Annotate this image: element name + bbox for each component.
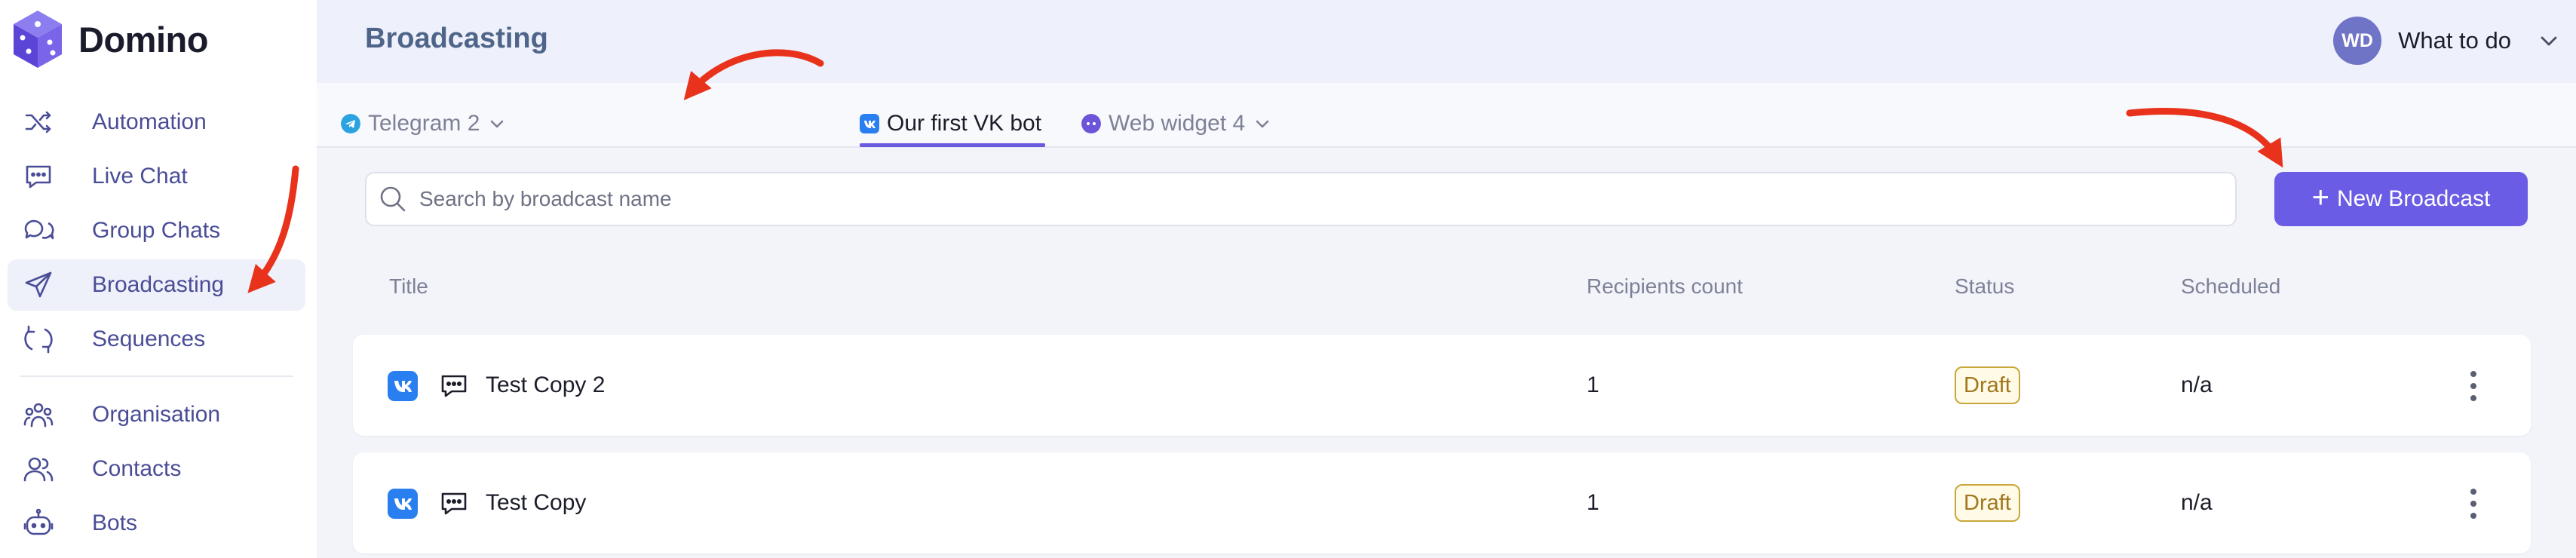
search-box[interactable] — [365, 172, 2237, 226]
main-content: Broadcasting WD What to do Telegram 2 Ou… — [317, 0, 2576, 558]
sidebar-item-live-chat[interactable]: Live Chat — [8, 151, 305, 202]
table-header: Title Recipients count Status Scheduled — [317, 274, 2576, 308]
table-row[interactable]: Test Copy 2 1 Draft n/a — [353, 335, 2531, 436]
sidebar-item-broadcasting[interactable]: Broadcasting — [8, 259, 305, 311]
new-broadcast-label: New Broadcast — [2336, 186, 2491, 211]
tab-web-widget[interactable]: Web widget 4 — [1081, 109, 1271, 139]
domino-cube-icon — [14, 11, 62, 68]
active-tab-indicator — [860, 143, 1045, 147]
vk-icon — [388, 489, 418, 519]
chevron-down-icon — [491, 120, 504, 128]
scheduled-value: n/a — [2181, 490, 2213, 515]
brand-name: Domino — [78, 19, 208, 60]
column-title: Title — [389, 274, 428, 298]
sidebar: Domino Automation Live Chat Group Chats — [0, 0, 317, 558]
page-title: Broadcasting — [365, 23, 548, 54]
bot-icon — [23, 508, 54, 535]
column-recipients-count: Recipients count — [1587, 274, 1743, 298]
chevron-down-icon — [2541, 36, 2557, 46]
tab-telegram[interactable]: Telegram 2 — [341, 109, 505, 139]
shuffle-icon — [25, 111, 51, 133]
avatar: WD — [2333, 17, 2382, 65]
column-status: Status — [1955, 274, 2015, 298]
recipients-count: 1 — [1587, 373, 1599, 397]
channel-tabs: Telegram 2 Our first VK bot Web widget 4 — [317, 83, 2576, 148]
vk-icon — [860, 114, 879, 133]
chat-bubble-icon — [441, 492, 467, 515]
sidebar-item-bots[interactable]: Bots — [8, 498, 305, 549]
tab-our-first-vk-bot[interactable]: Our first VK bot — [860, 109, 1041, 139]
chat-bubble-icon — [441, 375, 467, 397]
user-menu[interactable]: WD What to do — [2333, 17, 2559, 65]
web-widget-icon — [1081, 114, 1101, 133]
column-scheduled: Scheduled — [2181, 274, 2281, 298]
status-badge: Draft — [1955, 366, 2020, 404]
new-broadcast-button[interactable]: + New Broadcast — [2274, 172, 2528, 226]
more-vertical-icon[interactable] — [2464, 368, 2482, 404]
more-vertical-icon[interactable] — [2464, 486, 2482, 522]
sidebar-nav: Automation Live Chat Group Chats Broadca… — [8, 97, 305, 552]
sidebar-item-group-chats[interactable]: Group Chats — [8, 205, 305, 256]
sidebar-item-organisation[interactable]: Organisation — [8, 389, 305, 440]
app-window: Domino Automation Live Chat Group Chats — [0, 0, 2576, 558]
sidebar-item-contacts[interactable]: Contacts — [8, 443, 305, 495]
send-icon — [25, 271, 52, 298]
brand-logo[interactable]: Domino — [12, 9, 208, 69]
search-icon — [380, 186, 406, 212]
sequence-icon — [24, 325, 53, 354]
user-name: What to do — [2398, 27, 2511, 54]
sidebar-divider — [20, 376, 293, 377]
sidebar-item-sequences[interactable]: Sequences — [8, 314, 305, 365]
plus-icon: + — [2311, 181, 2329, 214]
chat-bubble-icon — [26, 165, 51, 189]
organisation-icon — [23, 403, 54, 428]
telegram-icon — [341, 114, 360, 133]
search-input[interactable] — [419, 187, 2154, 211]
vk-icon — [388, 371, 418, 401]
recipients-count: 1 — [1587, 490, 1599, 515]
broadcast-title: Test Copy 2 — [486, 373, 606, 397]
scheduled-value: n/a — [2181, 373, 2213, 397]
status-badge: Draft — [1955, 484, 2020, 522]
group-chat-icon — [24, 219, 54, 240]
contacts-icon — [23, 457, 54, 482]
broadcast-title: Test Copy — [486, 490, 587, 515]
table-row[interactable]: Test Copy 1 Draft n/a — [353, 452, 2531, 553]
top-header: Broadcasting WD What to do — [317, 0, 2576, 83]
sidebar-item-automation[interactable]: Automation — [8, 97, 305, 148]
chevron-down-icon — [1256, 120, 1269, 128]
